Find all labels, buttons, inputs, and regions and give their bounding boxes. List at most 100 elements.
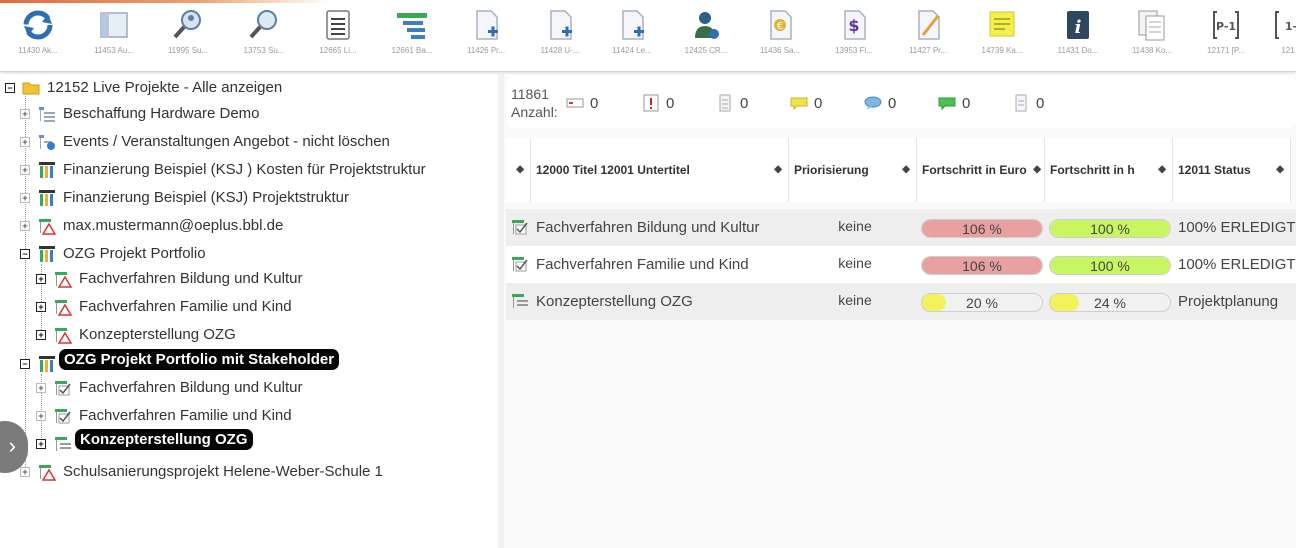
new-document-icon [622,10,644,40]
column-header-title[interactable]: 12000 Titel 12001 Untertitel ◆ [531,138,789,202]
p-1-button[interactable]: P-1 12171 [P... [1196,8,1256,64]
portfolio-icon [39,162,55,178]
sort-icon: ◆ [902,164,910,175]
select-column-header[interactable]: ◆ [506,138,531,202]
count-document[interactable]: 0 [716,94,748,112]
collapse-toggle[interactable]: − [20,249,30,259]
protocol-button[interactable]: 11427 Pr... [898,8,958,64]
column-header-status[interactable]: 12011 Status ◆ [1173,138,1291,202]
gantt-button[interactable]: 12661 Ba... [382,8,442,64]
expand-toggle[interactable]: + [36,411,46,421]
info-button[interactable]: i 11431 Do... [1048,8,1108,64]
expand-toggle[interactable]: + [20,165,30,175]
search-user-button[interactable]: 11995 Su... [158,8,218,64]
column-header-progress-euro[interactable]: Fortschritt in Euro ◆ [917,138,1045,202]
bracket-button[interactable]: 1- 121 [1268,8,1296,64]
expand-toggle[interactable]: + [20,467,30,477]
note-button[interactable]: 14739 Ka... [972,8,1032,64]
tree-item[interactable]: − OZG Projekt Portfolio [0,241,490,267]
tree-item-selected[interactable]: + Konzepterstellung OZG [0,429,490,457]
project-warning-icon [39,465,56,481]
dollar-document-icon: $ [844,10,866,40]
expand-toggle[interactable]: + [36,302,46,312]
window-icon [100,12,128,38]
tree-item[interactable]: + Konzepterstellung OZG [0,322,490,348]
count-alert[interactable]: 0 [642,94,674,112]
task-list-icon [512,294,528,308]
alert-icon [643,94,659,112]
search-button[interactable]: 13753 Su... [234,8,294,64]
progress-euro-bar: 106 % [921,219,1043,238]
copy-button[interactable]: 11438 Ko... [1122,8,1182,64]
tree-item-selected[interactable]: − OZG Projekt Portfolio mit Stakeholder [0,349,490,377]
new-service-button[interactable]: 11424 Le... [602,8,662,64]
user-add-icon [695,12,719,39]
new-project-button[interactable]: 11426 Pr... [456,8,516,64]
window-button[interactable]: 11453 Au... [84,8,144,64]
mail-icon [566,98,584,108]
refresh-button[interactable]: 11430 Ak... [8,8,68,64]
column-header-priority[interactable]: Priorisierung ◆ [789,138,917,202]
project-grid-panel: 11861 Anzahl: 0 0 0 0 0 0 0 ◆ 12000 Tite… [504,74,1296,548]
portfolio-icon [39,190,55,206]
expand-toggle[interactable]: + [20,137,30,147]
tree-item[interactable]: + Fachverfahren Familie und Kind [0,294,490,320]
collapse-toggle[interactable]: − [20,359,30,369]
svg-text:1-: 1- [1285,20,1296,33]
tree-root[interactable]: − 12152 Live Projekte - Alle anzeigen [0,75,490,101]
sort-icon: ◆ [516,164,524,175]
table-row[interactable]: Konzepterstellung OZG keine 20 % 24 % Pr… [506,283,1296,320]
project-table: ◆ 12000 Titel 12001 Untertitel ◆ Prioris… [506,138,1296,320]
collapse-toggle[interactable]: − [5,83,15,93]
project-warning-icon [55,300,72,316]
tree-item[interactable]: + Finanzierung Beispiel (KSJ) Projektstr… [0,185,490,211]
count-mail[interactable]: 0 [566,94,598,112]
file-icon [1015,94,1027,112]
expand-toggle[interactable]: + [36,439,46,449]
expand-toggle[interactable]: + [36,383,46,393]
list-icon [326,10,350,40]
progress-hours-bar: 100 % [1049,219,1171,238]
task-list-icon [55,437,71,451]
new-subproject-button[interactable]: 11428 U-... [530,8,590,64]
tree-item[interactable]: + Schulsanierungsprojekt Helene-Weber-Sc… [0,459,490,485]
checklist-icon [512,257,528,272]
new-document-icon [476,10,498,40]
task-list-icon [39,107,55,122]
list-button[interactable]: 12665 Li... [308,8,368,64]
table-row[interactable]: Fachverfahren Familie und Kind keine 106… [506,246,1296,283]
refresh-icon [23,10,53,40]
crm-button[interactable]: 12425 CR... [676,8,736,64]
finance-button[interactable]: $ 13953 Fi... [824,8,884,64]
count-blue-comment[interactable]: 0 [864,94,896,112]
checklist-icon [512,220,528,235]
tree-item[interactable]: + Fachverfahren Familie und Kind [0,403,490,429]
tree-item[interactable]: + Fachverfahren Bildung und Kultur [0,375,490,401]
gantt-icon [397,13,427,39]
count-yellow-comment[interactable]: 0 [790,94,822,112]
project-warning-icon [55,272,72,288]
euro-document-icon: € [770,10,792,40]
tree-item[interactable]: + Finanzierung Beispiel (KSJ ) Kosten fü… [0,157,490,183]
tree-item[interactable]: + Beschaffung Hardware Demo [0,101,490,127]
copy-documents-icon [1138,10,1165,41]
edit-document-icon [918,10,940,40]
document-icon [719,94,731,112]
tree-item[interactable]: + Fachverfahren Bildung und Kultur [0,266,490,292]
project-tree: − 12152 Live Projekte - Alle anzeigen + … [0,74,498,548]
column-header-progress-hours[interactable]: Fortschritt in h ◆ [1045,138,1173,202]
expand-toggle[interactable]: + [36,330,46,340]
table-row[interactable]: Fachverfahren Bildung und Kultur keine 1… [506,209,1296,246]
progress-euro-bar: 20 % [921,293,1043,312]
expand-toggle[interactable]: + [36,274,46,284]
expand-toggle[interactable]: + [20,109,30,119]
expand-toggle[interactable]: + [20,221,30,231]
tree-item[interactable]: + max.mustermann@oeplus.bbl.de [0,213,490,239]
tree-item[interactable]: + Events / Veranstaltungen Angebot - nic… [0,129,490,155]
count-green-comment[interactable]: 0 [938,94,970,112]
count-file[interactable]: 0 [1012,94,1044,112]
search-icon [249,10,277,39]
expand-toggle[interactable]: + [20,193,30,203]
sort-icon: ◆ [1276,164,1284,175]
cost-button[interactable]: € 11436 Sa... [750,8,810,64]
